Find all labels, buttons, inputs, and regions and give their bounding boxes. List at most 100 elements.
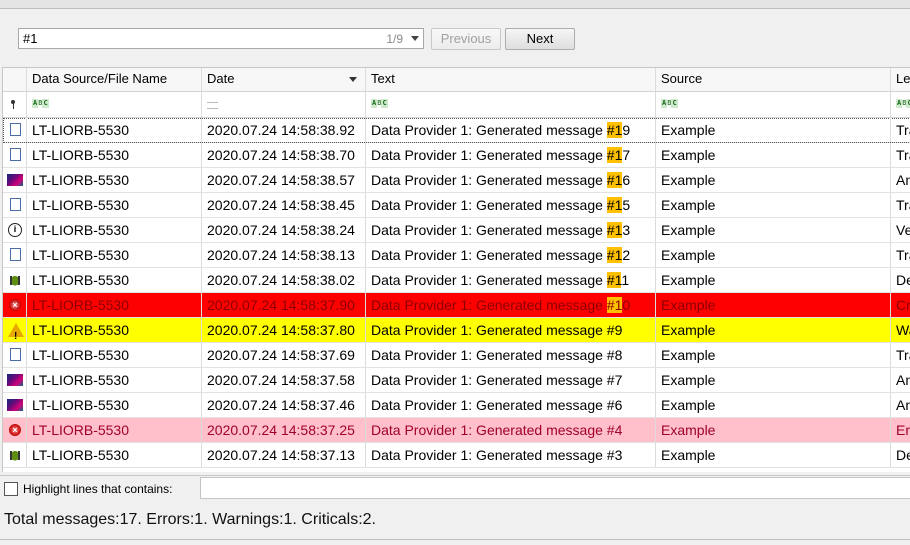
column-header-source[interactable]: Source bbox=[656, 68, 891, 91]
cell-source[interactable]: Example bbox=[656, 143, 891, 167]
cell-source[interactable]: Example bbox=[656, 293, 891, 317]
log-row[interactable]: LT-LIORB-5530 2020.07.24 14:58:38.92 Data … bbox=[3, 118, 910, 143]
highlight-input[interactable] bbox=[200, 477, 910, 499]
cell-level[interactable]: Wa bbox=[891, 318, 910, 342]
log-row[interactable]: LT-LIORB-5530 2020.07.24 14:58:38.45 Data … bbox=[3, 193, 910, 218]
filter-name[interactable]: ABC bbox=[27, 92, 202, 117]
previous-button[interactable]: Previous bbox=[431, 28, 501, 50]
cell-text[interactable]: Data Provider 1: Generated message #15 bbox=[366, 193, 656, 217]
cell-date[interactable]: 2020.07.24 14:58:38.57 bbox=[202, 168, 366, 192]
column-header-text[interactable]: Text bbox=[366, 68, 656, 91]
cell-name[interactable]: LT-LIORB-5530 bbox=[27, 318, 202, 342]
cell-source[interactable]: Example bbox=[656, 268, 891, 292]
cell-name[interactable]: LT-LIORB-5530 bbox=[27, 268, 202, 292]
cell-date[interactable]: 2020.07.24 14:58:37.69 bbox=[202, 343, 366, 367]
cell-name[interactable]: LT-LIORB-5530 bbox=[27, 193, 202, 217]
cell-level[interactable]: Tra bbox=[891, 243, 910, 267]
filter-level[interactable]: ABC bbox=[891, 92, 910, 117]
log-row[interactable]: LT-LIORB-5530 2020.07.24 14:58:38.02 Data … bbox=[3, 268, 910, 293]
column-header-date[interactable]: Date bbox=[202, 68, 366, 91]
cell-source[interactable]: Example bbox=[656, 118, 891, 142]
cell-name[interactable]: LT-LIORB-5530 bbox=[27, 143, 202, 167]
log-row[interactable]: × LT-LIORB-5530 2020.07.24 14:58:37.90 Data… bbox=[3, 293, 910, 318]
log-row[interactable]: LT-LIORB-5530 2020.07.24 14:58:38.13 Data … bbox=[3, 243, 910, 268]
cell-level[interactable]: Tra bbox=[891, 143, 910, 167]
cell-level[interactable]: An bbox=[891, 168, 910, 192]
cell-date[interactable]: 2020.07.24 14:58:38.92 bbox=[202, 118, 366, 142]
cell-text[interactable]: Data Provider 1: Generated message #13 bbox=[366, 218, 656, 242]
cell-text[interactable]: Data Provider 1: Generated message #11 bbox=[366, 268, 656, 292]
cell-date[interactable]: 2020.07.24 14:58:38.13 bbox=[202, 243, 366, 267]
cell-source[interactable]: Example bbox=[656, 168, 891, 192]
cell-text[interactable]: Data Provider 1: Generated message #6 bbox=[366, 393, 656, 417]
log-row[interactable]: LT-LIORB-5530 2020.07.24 14:58:37.13 Data … bbox=[3, 443, 910, 468]
cell-source[interactable]: Example bbox=[656, 393, 891, 417]
cell-date[interactable]: 2020.07.24 14:58:38.70 bbox=[202, 143, 366, 167]
cell-date[interactable]: 2020.07.24 14:58:37.80 bbox=[202, 318, 366, 342]
cell-source[interactable]: Example bbox=[656, 418, 891, 442]
cell-name[interactable]: LT-LIORB-5530 bbox=[27, 418, 202, 442]
cell-text[interactable]: Data Provider 1: Generated message #12 bbox=[366, 243, 656, 267]
log-row[interactable]: LT-LIORB-55302020.07.24 14:58:37.80 Data … bbox=[3, 318, 910, 343]
log-row[interactable]: LT-LIORB-5530 2020.07.24 14:58:38.70 Data … bbox=[3, 143, 910, 168]
cell-text[interactable]: Data Provider 1: Generated message #7 bbox=[366, 368, 656, 392]
cell-name[interactable]: LT-LIORB-5530 bbox=[27, 393, 202, 417]
search-input[interactable]: #1 1/9 bbox=[18, 28, 424, 49]
cell-text[interactable]: Data Provider 1: Generated message #9 bbox=[366, 318, 656, 342]
column-header-name[interactable]: Data Source/File Name bbox=[27, 68, 202, 91]
filter-source[interactable]: ABC bbox=[656, 92, 891, 117]
log-row[interactable]: × LT-LIORB-5530 2020.07.24 14:58:37.25 Data… bbox=[3, 418, 910, 443]
cell-text[interactable]: Data Provider 1: Generated message #19 bbox=[366, 118, 656, 142]
cell-name[interactable]: LT-LIORB-5530 bbox=[27, 118, 202, 142]
cell-source[interactable]: Example bbox=[656, 218, 891, 242]
highlight-checkbox[interactable] bbox=[4, 482, 18, 496]
cell-name[interactable]: LT-LIORB-5530 bbox=[27, 368, 202, 392]
cell-level[interactable]: An bbox=[891, 393, 910, 417]
next-button[interactable]: Next bbox=[505, 28, 575, 50]
cell-text[interactable]: Data Provider 1: Generated message #16 bbox=[366, 168, 656, 192]
cell-date[interactable]: 2020.07.24 14:58:37.46 bbox=[202, 393, 366, 417]
cell-name[interactable]: LT-LIORB-5530 bbox=[27, 243, 202, 267]
cell-name[interactable]: LT-LIORB-5530 bbox=[27, 168, 202, 192]
cell-level[interactable]: An bbox=[891, 368, 910, 392]
cell-source[interactable]: Example bbox=[656, 193, 891, 217]
cell-name[interactable]: LT-LIORB-5530 bbox=[27, 443, 202, 467]
cell-date[interactable]: 2020.07.24 14:58:37.13 bbox=[202, 443, 366, 467]
cell-text[interactable]: Data Provider 1: Generated message #4 bbox=[366, 418, 656, 442]
log-row[interactable]: LT-LIORB-5530 2020.07.24 14:58:37.69 Data … bbox=[3, 343, 910, 368]
cell-date[interactable]: 2020.07.24 14:58:38.24 bbox=[202, 218, 366, 242]
cell-level[interactable]: Tra bbox=[891, 343, 910, 367]
cell-date[interactable]: 2020.07.24 14:58:38.02 bbox=[202, 268, 366, 292]
cell-text[interactable]: Data Provider 1: Generated message #10 bbox=[366, 293, 656, 317]
filter-text[interactable]: ABC bbox=[366, 92, 656, 117]
cell-date[interactable]: 2020.07.24 14:58:37.90 bbox=[202, 293, 366, 317]
cell-text[interactable]: Data Provider 1: Generated message #3 bbox=[366, 443, 656, 467]
cell-level[interactable]: Ve bbox=[891, 218, 910, 242]
filter-date[interactable] bbox=[202, 92, 366, 117]
cell-name[interactable]: LT-LIORB-5530 bbox=[27, 218, 202, 242]
log-row[interactable]: LT-LIORB-5530 2020.07.24 14:58:37.46 Data … bbox=[3, 393, 910, 418]
cell-source[interactable]: Example bbox=[656, 318, 891, 342]
cell-source[interactable]: Example bbox=[656, 443, 891, 467]
cell-text[interactable]: Data Provider 1: Generated message #17 bbox=[366, 143, 656, 167]
cell-source[interactable]: Example bbox=[656, 368, 891, 392]
cell-level[interactable]: De bbox=[891, 443, 910, 467]
cell-text[interactable]: Data Provider 1: Generated message #8 bbox=[366, 343, 656, 367]
cell-date[interactable]: 2020.07.24 14:58:37.25 bbox=[202, 418, 366, 442]
cell-name[interactable]: LT-LIORB-5530 bbox=[27, 293, 202, 317]
log-row[interactable]: LT-LIORB-5530 2020.07.24 14:58:37.58 Data … bbox=[3, 368, 910, 393]
cell-source[interactable]: Example bbox=[656, 343, 891, 367]
cell-date[interactable]: 2020.07.24 14:58:38.45 bbox=[202, 193, 366, 217]
cell-date[interactable]: 2020.07.24 14:58:37.58 bbox=[202, 368, 366, 392]
log-row[interactable]: LT-LIORB-5530 2020.07.24 14:58:38.57 Data … bbox=[3, 168, 910, 193]
cell-source[interactable]: Example bbox=[656, 243, 891, 267]
cell-level[interactable]: Tra bbox=[891, 193, 910, 217]
cell-name[interactable]: LT-LIORB-5530 bbox=[27, 343, 202, 367]
cell-level[interactable]: Err bbox=[891, 418, 910, 442]
cell-level[interactable]: Tra bbox=[891, 118, 910, 142]
chevron-down-icon[interactable] bbox=[411, 36, 419, 41]
cell-level[interactable]: De bbox=[891, 268, 910, 292]
cell-level[interactable]: Cri bbox=[891, 293, 910, 317]
log-row[interactable]: i LT-LIORB-5530 2020.07.24 14:58:38.24 Data… bbox=[3, 218, 910, 243]
column-header-level[interactable]: Lev bbox=[891, 68, 910, 91]
